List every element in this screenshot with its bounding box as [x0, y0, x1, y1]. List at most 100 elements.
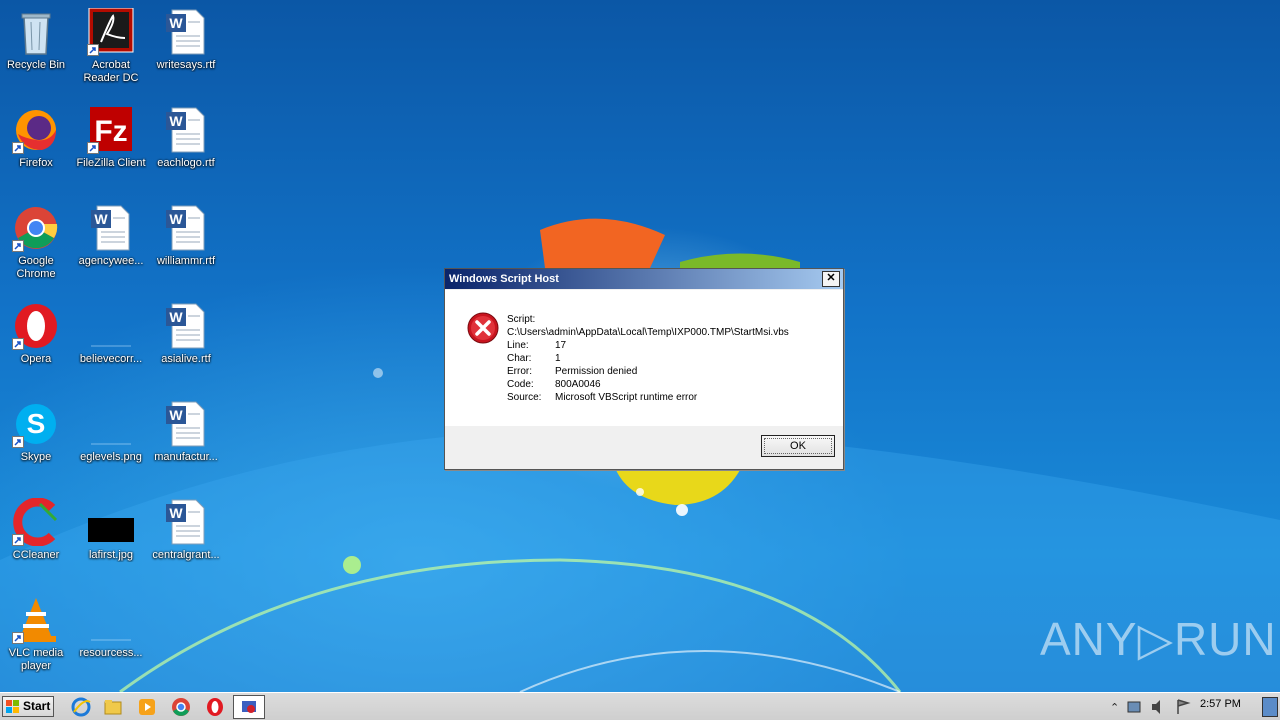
internet-explorer-icon[interactable] [70, 696, 92, 718]
source-row: Source: Microsoft VBScript runtime error [507, 392, 697, 403]
desktop-icon-acrobat-reader[interactable]: Acrobat Reader DC [75, 7, 147, 85]
shortcut-arrow-icon [12, 436, 24, 448]
skype-icon: S [12, 400, 60, 448]
ccleaner-icon [12, 497, 60, 547]
error-row: Error: Permission denied [507, 366, 637, 377]
desktop-icon-eachlogo[interactable]: W eachlogo.rtf [150, 106, 222, 170]
windows-script-host-dialog: Windows Script Host ✕ Script: C:\Users\a… [444, 268, 844, 470]
filezilla-icon: Fz [87, 106, 135, 154]
show-desktop-button[interactable] [1262, 697, 1278, 717]
svg-text:W: W [169, 15, 183, 31]
blank-file-icon [87, 596, 135, 644]
anyrun-watermark: ANY▷RUN [1040, 613, 1277, 665]
shortcut-arrow-icon [12, 240, 24, 252]
script-label: Script: [507, 314, 536, 325]
shortcut-arrow-icon [12, 534, 24, 546]
close-button[interactable]: ✕ [822, 271, 840, 287]
svg-text:S: S [27, 408, 46, 439]
image-file-icon [87, 498, 135, 546]
word-document-icon: W [162, 106, 210, 154]
start-button[interactable]: Start [2, 696, 54, 717]
desktop-icon-manufactur[interactable]: W manufactur... [150, 400, 222, 464]
char-row: Char: 1 [507, 353, 561, 364]
svg-text:W: W [169, 505, 183, 521]
desktop-icon-label: eachlogo.rtf [157, 157, 215, 169]
desktop-icon-centralgrant[interactable]: W centralgrant... [150, 498, 222, 562]
chrome-icon [12, 204, 60, 252]
desktop-icon-label: writesays.rtf [156, 59, 216, 71]
desktop-icon-label: VLC media player [8, 647, 64, 672]
desktop: Recycle Bin Firefox Google Chrome Opera … [0, 0, 1280, 692]
shortcut-arrow-icon [12, 338, 24, 350]
desktop-icon-label: Acrobat Reader DC [83, 59, 139, 84]
field-key: Code: [507, 379, 534, 390]
desktop-icon-asialive[interactable]: W asialive.rtf [150, 302, 222, 366]
dialog-title-bar[interactable]: Windows Script Host ✕ [445, 269, 843, 289]
desktop-icon-recycle-bin[interactable]: Recycle Bin [0, 8, 72, 72]
recycle-bin-icon [12, 8, 60, 56]
desktop-icon-label: agencywee... [78, 255, 144, 267]
word-document-icon: W [162, 400, 210, 448]
desktop-icon-filezilla[interactable]: Fz FileZilla Client [75, 106, 147, 170]
opera-icon [12, 302, 60, 350]
desktop-icon-firefox[interactable]: Firefox [0, 106, 72, 170]
desktop-icon-label: centralgrant... [152, 549, 220, 561]
firefox-icon [12, 106, 60, 154]
desktop-icon-label: asialive.rtf [161, 353, 211, 365]
svg-text:W: W [169, 407, 183, 423]
shortcut-arrow-icon [87, 44, 99, 56]
desktop-icon-resourcess[interactable]: resourcess... [75, 596, 147, 660]
desktop-icon-opera[interactable]: Opera [0, 302, 72, 366]
svg-text:W: W [169, 309, 183, 325]
desktop-icon-williammr[interactable]: W williammr.rtf [150, 204, 222, 268]
svg-text:W: W [94, 211, 108, 227]
desktop-icon-writesays[interactable]: W writesays.rtf [150, 8, 222, 72]
file-explorer-icon[interactable] [102, 696, 124, 718]
script-path: C:\Users\admin\AppData\Local\Temp\IXP000… [507, 327, 789, 338]
media-player-icon[interactable] [136, 696, 158, 718]
shortcut-arrow-icon [12, 142, 24, 154]
opera-taskbar-icon[interactable] [204, 696, 226, 718]
image-file-icon [87, 400, 135, 448]
word-document-icon: W [162, 302, 210, 350]
shortcut-arrow-icon [12, 632, 24, 644]
desktop-icon-skype[interactable]: S Skype [0, 400, 72, 464]
shortcut-arrow-icon [87, 142, 99, 154]
code-row: Code: 800A0046 [507, 379, 601, 390]
desktop-icon-lafirst[interactable]: lafirst.jpg [75, 498, 147, 562]
svg-text:⌃: ⌃ [1110, 701, 1119, 714]
desktop-icon-vlc[interactable]: VLC media player [0, 596, 72, 673]
field-key: Source: [507, 392, 542, 403]
desktop-icon-label: Firefox [19, 157, 53, 169]
field-key: Error: [507, 366, 532, 377]
field-value: Microsoft VBScript runtime error [555, 392, 698, 403]
svg-text:Fz: Fz [94, 115, 127, 148]
desktop-icon-agencywee[interactable]: W agencywee... [75, 204, 147, 268]
desktop-icon-ccleaner[interactable]: CCleaner [0, 497, 72, 562]
desktop-icon-label: resourcess... [79, 647, 143, 659]
chrome-taskbar-icon[interactable] [170, 696, 192, 718]
ok-button[interactable]: OK [761, 435, 835, 457]
blank-file-icon [87, 302, 135, 350]
error-icon [467, 312, 499, 348]
dialog-body: Script: C:\Users\admin\AppData\Local\Tem… [445, 290, 843, 426]
desktop-icon-label: Recycle Bin [6, 59, 66, 71]
script-host-taskbar-button[interactable] [233, 695, 265, 719]
field-value: Permission denied [555, 366, 638, 377]
desktop-icon-label: Opera [20, 353, 52, 365]
field-value: 17 [555, 340, 567, 351]
field-value: 800A0046 [555, 379, 601, 390]
svg-text:W: W [169, 113, 183, 129]
desktop-icon-label: Skype [20, 451, 52, 463]
desktop-icon-eglevels[interactable]: eglevels.png [75, 400, 147, 464]
clock[interactable]: 2:57 PM [1200, 698, 1241, 710]
svg-text:W: W [169, 211, 183, 227]
acrobat-reader-icon [87, 7, 135, 56]
desktop-icon-google-chrome[interactable]: Google Chrome [0, 204, 72, 281]
word-document-icon: W [162, 204, 210, 252]
desktop-icon-label: believecorr... [79, 353, 143, 365]
desktop-icon-believecorr[interactable]: believecorr... [75, 302, 147, 366]
desktop-icon-label: FileZilla Client [76, 157, 146, 169]
dialog-title: Windows Script Host [449, 273, 559, 285]
desktop-icon-label: CCleaner [12, 549, 60, 561]
